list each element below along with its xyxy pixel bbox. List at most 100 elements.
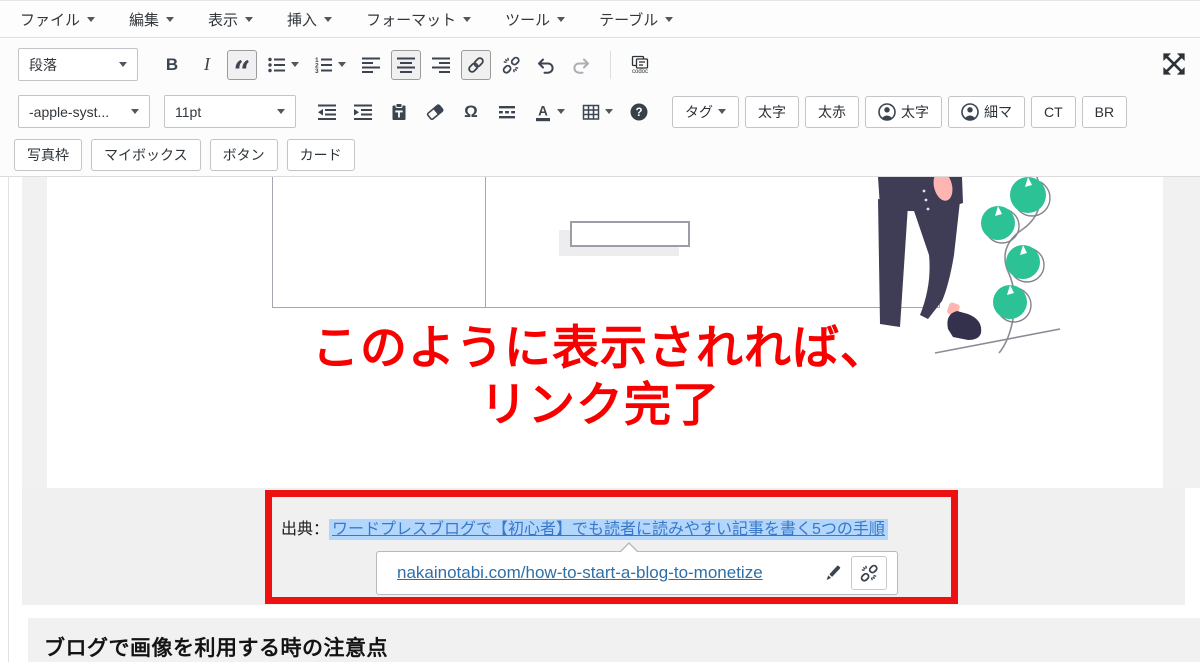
- horizontal-rule-button[interactable]: [492, 97, 522, 127]
- chevron-down-icon: [87, 17, 95, 22]
- undo-button[interactable]: [531, 50, 561, 80]
- person-icon: [961, 103, 979, 121]
- font-size-value: 11pt: [175, 104, 201, 120]
- font-family-select[interactable]: -apple-syst...: [18, 95, 150, 128]
- ct-label: CT: [1044, 104, 1063, 120]
- menu-file[interactable]: ファイル: [20, 9, 95, 30]
- indent-button[interactable]: [348, 97, 378, 127]
- chevron-down-icon: [245, 17, 253, 22]
- next-section-heading: ブログで画像を利用する時の注意点: [44, 637, 388, 660]
- paragraph-style-value: 段落: [29, 55, 57, 75]
- clear-formatting-button[interactable]: [420, 97, 450, 127]
- editor-content-area[interactable]: このように表示されれば、 リンク完了 出典：ワードプレスブログで【初心者】でも読…: [0, 177, 1200, 662]
- menu-table-label: テーブル: [599, 9, 658, 30]
- redo-button[interactable]: [566, 50, 596, 80]
- chevron-down-icon: [605, 109, 613, 114]
- font-family-value: -apple-syst...: [29, 104, 109, 120]
- person-marker-button[interactable]: 細マ: [948, 96, 1025, 128]
- menu-insert[interactable]: 挿入: [287, 9, 332, 30]
- bullet-list-button[interactable]: [262, 50, 304, 80]
- chevron-down-icon: [557, 109, 565, 114]
- wordpress-classic-editor: ファイル 編集 表示 挿入 フォーマット ツール テーブル 段落 B I “ 1…: [0, 0, 1200, 662]
- outdent-button[interactable]: [312, 97, 342, 127]
- menu-tools[interactable]: ツール: [505, 9, 565, 30]
- bold-red-text-label: 太赤: [818, 102, 846, 122]
- remove-link-button[interactable]: [851, 556, 887, 590]
- paragraph-style-select[interactable]: 段落: [18, 48, 138, 81]
- bold-text-button[interactable]: 太字: [745, 96, 799, 128]
- annotation-line-1: このように表示されれば、: [250, 319, 950, 376]
- menu-format[interactable]: フォーマット: [366, 9, 471, 30]
- help-button[interactable]: ?: [624, 97, 654, 127]
- citation-link[interactable]: ワードプレスブログで【初心者】でも読者に読みやすい記事を書く5つの手順: [329, 519, 888, 540]
- chevron-down-icon: [291, 62, 299, 67]
- insert-link-button[interactable]: [461, 50, 491, 80]
- fullscreen-button[interactable]: [1161, 51, 1187, 77]
- editor-left-border: [8, 177, 9, 662]
- codoc-button[interactable]: codoc: [625, 50, 655, 80]
- menu-view-label: 表示: [208, 9, 238, 30]
- table-button[interactable]: [576, 97, 618, 127]
- svg-text:A: A: [538, 103, 548, 118]
- toolbar-row-3: 写真枠 マイボックス ボタン カード: [0, 133, 1200, 177]
- person-bold-button[interactable]: 太字: [865, 96, 942, 128]
- menu-edit[interactable]: 編集: [129, 9, 174, 30]
- align-right-icon: [431, 55, 451, 75]
- edit-link-button[interactable]: [815, 556, 851, 590]
- quicktag-card-button[interactable]: カード: [287, 139, 355, 171]
- unlink-icon: [501, 55, 521, 75]
- special-character-button[interactable]: Ω: [456, 97, 486, 127]
- link-toolbar: nakainotabi.com/how-to-start-a-blog-to-m…: [376, 551, 898, 595]
- italic-button[interactable]: I: [192, 50, 222, 80]
- svg-text:?: ?: [635, 107, 642, 119]
- person-bold-label: 太字: [901, 102, 929, 122]
- toolbar-row-2: -apple-syst... 11pt Ω A: [0, 90, 1200, 133]
- bullet-list-icon: [267, 55, 287, 75]
- remove-link-button[interactable]: [496, 50, 526, 80]
- quicktag-label: マイボックス: [104, 145, 188, 165]
- align-right-button[interactable]: [426, 50, 456, 80]
- chevron-down-icon: [718, 109, 726, 114]
- text-color-button[interactable]: A: [528, 97, 570, 127]
- menu-table[interactable]: テーブル: [599, 9, 673, 30]
- blockquote-button[interactable]: “: [227, 50, 257, 80]
- br-label: BR: [1095, 104, 1114, 120]
- tag-dropdown-button[interactable]: タグ: [672, 96, 739, 128]
- person-icon: [878, 103, 896, 121]
- paste-as-text-button[interactable]: [384, 97, 414, 127]
- illustration-input-box: [570, 221, 690, 247]
- numbered-list-button[interactable]: 123: [309, 50, 351, 80]
- quicktag-photo-frame-button[interactable]: 写真枠: [14, 139, 82, 171]
- menu-insert-label: 挿入: [287, 9, 317, 30]
- ct-button[interactable]: CT: [1031, 96, 1076, 128]
- undo-icon: [536, 55, 556, 75]
- chevron-down-icon: [119, 62, 127, 67]
- bold-red-text-button[interactable]: 太赤: [805, 96, 859, 128]
- link-url[interactable]: nakainotabi.com/how-to-start-a-blog-to-m…: [397, 563, 763, 583]
- help-icon: ?: [629, 102, 649, 122]
- pencil-icon: [823, 563, 843, 583]
- br-button[interactable]: BR: [1082, 96, 1127, 128]
- chevron-down-icon: [463, 17, 471, 22]
- align-left-button[interactable]: [356, 50, 386, 80]
- align-left-icon: [361, 55, 381, 75]
- bold-button[interactable]: B: [157, 50, 187, 80]
- align-center-button[interactable]: [391, 50, 421, 80]
- citation-prefix: 出典：: [281, 521, 329, 538]
- outdent-icon: [317, 102, 337, 122]
- chevron-down-icon: [277, 109, 285, 114]
- font-size-select[interactable]: 11pt: [164, 95, 296, 128]
- person-marker-label: 細マ: [984, 102, 1012, 122]
- menu-format-label: フォーマット: [366, 9, 456, 30]
- tag-button-label: タグ: [685, 102, 713, 122]
- screenshot-right-margin: [1163, 177, 1200, 488]
- toolbar-separator: [610, 51, 611, 79]
- citation-line: 出典：ワードプレスブログで【初心者】でも読者に読みやすい記事を書く5つの手順: [281, 515, 888, 539]
- chevron-down-icon: [324, 17, 332, 22]
- menu-view[interactable]: 表示: [208, 9, 253, 30]
- quicktag-mybox-button[interactable]: マイボックス: [91, 139, 201, 171]
- illustration-frame-divider: [485, 177, 486, 308]
- numbered-list-icon: 123: [314, 55, 334, 75]
- blockquote-icon: “: [233, 53, 250, 77]
- quicktag-button-button[interactable]: ボタン: [210, 139, 278, 171]
